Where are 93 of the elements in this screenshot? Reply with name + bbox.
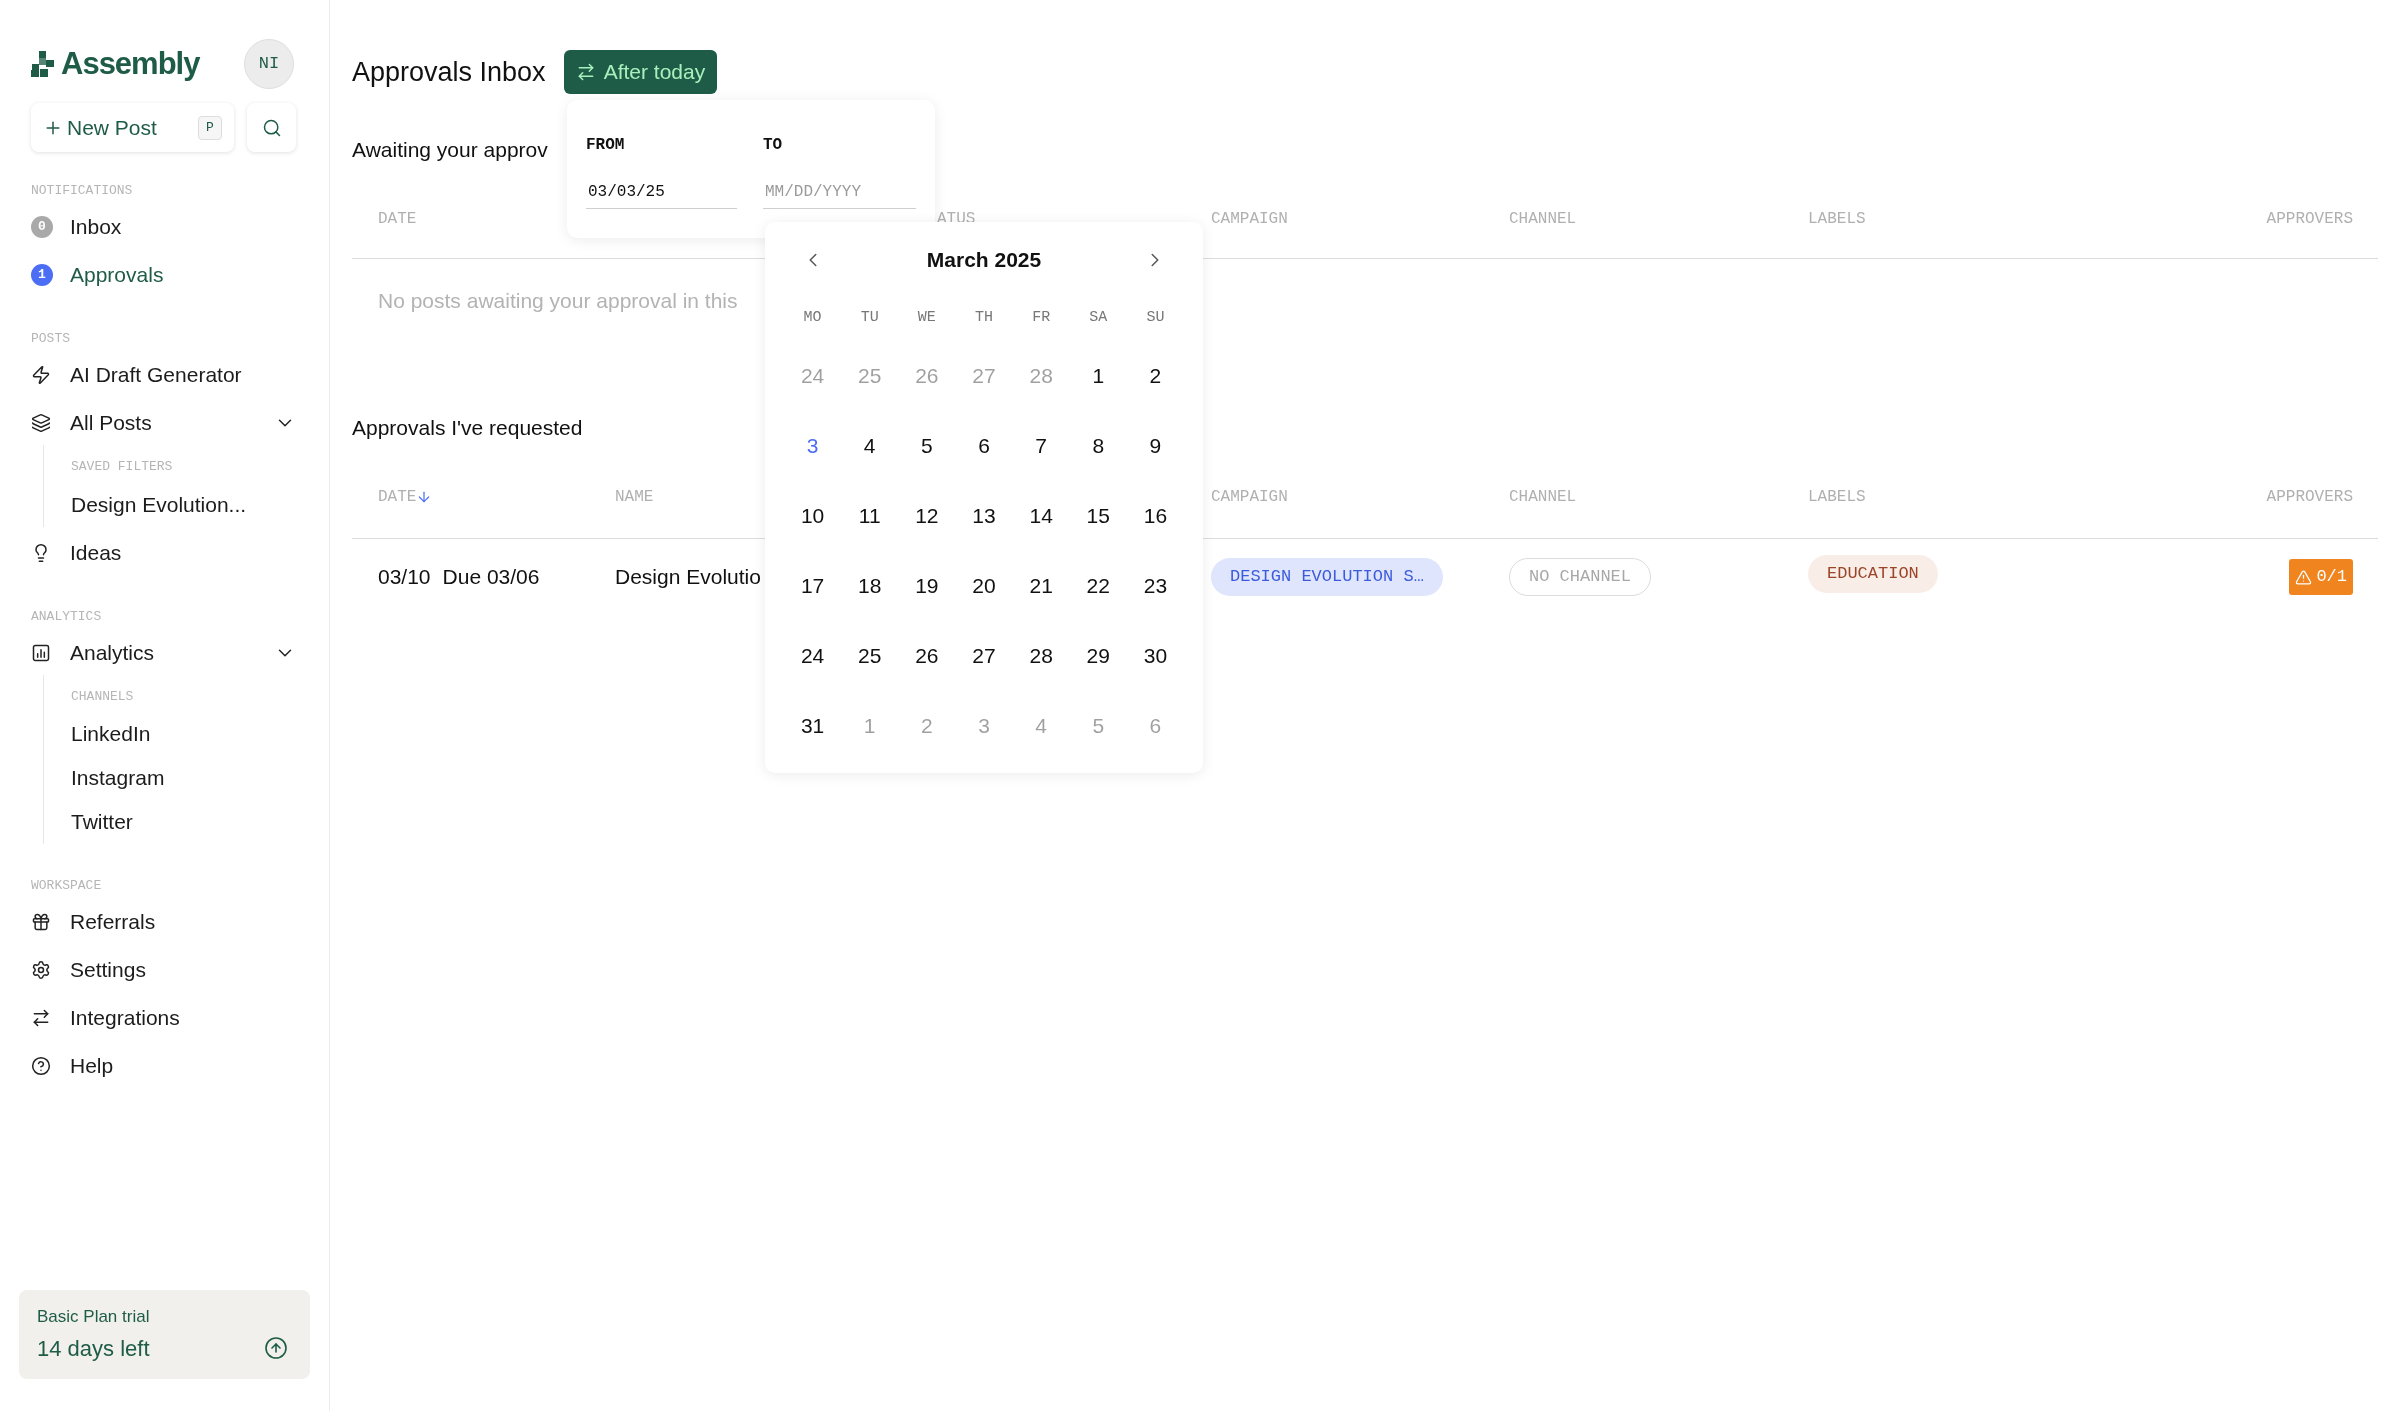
layers-icon [31,413,51,433]
to-date-field[interactable]: MM/DD/YYYY [763,175,916,209]
nav-item[interactable]: Twitter [71,800,298,844]
settings-icon [31,960,51,980]
month-title: March 2025 [926,247,1042,274]
calendar-day[interactable]: 28 [1025,640,1057,672]
nav-item[interactable]: AI Draft Generator [70,359,242,391]
days-left: 14 days left [37,1334,150,1363]
from-date-field[interactable]: 03/03/25 [586,175,737,209]
nav-item[interactable]: Instagram [71,756,298,800]
nav-item[interactable]: Settings [70,954,146,986]
calendar-day[interactable]: 14 [1025,500,1057,532]
nav-item[interactable]: LinkedIn [71,712,298,756]
calendar-day[interactable]: 4 [859,430,880,462]
weekday-label: WE [917,307,936,328]
calendar-day[interactable]: 16 [1139,500,1172,532]
nav-item[interactable]: All Posts [70,407,152,439]
calendar-day[interactable]: 30 [1139,640,1172,672]
calendar-day[interactable]: 3 [802,430,823,462]
calendar-day[interactable]: 15 [1082,500,1114,532]
campaign-tag: DESIGN EVOLUTION S… [1211,558,1443,596]
nav-item[interactable]: Inbox [70,211,122,243]
from-label: FROM [586,135,626,156]
calendar-day[interactable]: 2 [1145,360,1166,392]
section-title: WORKSPACE [31,878,103,894]
weekday-label: TU [860,307,879,328]
nav-item[interactable]: Design Evolution... [71,482,298,527]
to-label: TO [763,135,784,156]
calendar-day[interactable]: 23 [1139,570,1172,602]
group-title: SAVED FILTERS [71,458,174,476]
calendar-day[interactable]: 19 [911,570,943,602]
shortcut-key: P [198,115,222,140]
chart-icon [31,642,51,663]
brand-name: Assembly [61,44,200,83]
nav-item[interactable]: Integrations [70,1002,180,1034]
calendar-day[interactable]: 26 [911,640,943,672]
table-cell-text: Design Evolutio [615,564,761,591]
weekday-label: SU [1146,307,1165,328]
table-cell-text: Due 03/06 [442,564,540,591]
calendar-day[interactable]: 17 [796,570,829,602]
nav-item[interactable]: Analytics [70,636,155,669]
logo-icon [31,51,55,77]
upgrade-icon[interactable] [264,1336,288,1361]
arrows-icon [31,1008,51,1028]
weekday-label: MO [803,307,822,328]
calendar-day[interactable]: 21 [1025,570,1057,602]
calendar-day[interactable]: 11 [854,500,885,532]
calendar-day[interactable]: 6 [974,430,994,462]
calendar-day[interactable]: 1 [1088,360,1109,392]
calendar-day[interactable]: 12 [911,500,943,532]
nav-item[interactable]: Approvals [70,259,164,291]
lightning-icon [31,365,51,385]
calendar-day[interactable]: 25 [854,640,886,672]
calendar-day[interactable]: 7 [1031,430,1051,462]
calendar-day[interactable]: 18 [854,570,886,602]
section-title: NOTIFICATIONS [31,183,134,199]
section-heading: Awaiting your approv [352,137,548,162]
calendar-day[interactable]: 27 [968,640,1000,672]
empty-message: No posts awaiting your approval in this [378,288,738,315]
user-avatar[interactable]: NI [244,39,294,89]
plan-title: Basic Plan trial [37,1306,151,1329]
section-heading: Approvals I've requested [352,415,583,440]
page-title: Approvals Inbox [352,55,546,89]
search-button[interactable] [247,103,296,152]
section-title: ANALYTICS [31,608,103,625]
calendar-day[interactable]: 22 [1082,570,1114,602]
weekday-label: SA [1089,307,1108,328]
search-icon [261,117,282,138]
calendar-day[interactable]: 29 [1082,640,1114,672]
nav-item[interactable]: Ideas [70,536,122,569]
label-tag: EDUCATION [1808,555,1938,593]
calendar-day[interactable]: 10 [796,500,829,532]
group-title: CHANNELS [71,687,135,706]
new-post-button[interactable]: New Post P [31,103,234,152]
section-title: POSTS [31,331,71,347]
help-icon [31,1056,51,1076]
date-filter-button[interactable]: After today [563,50,718,94]
calendar-day[interactable]: 9 [1145,430,1166,462]
table-cell-text: 03/10 [378,564,431,591]
calendar-day[interactable]: 20 [968,570,1000,602]
approvers-badge: 0/1 [2289,559,2353,595]
weekday-label: TH [975,307,993,328]
calendar-day[interactable]: 8 [1088,430,1109,462]
count-badge: 1 [31,264,53,286]
calendar-day[interactable]: 5 [917,430,937,462]
nav-item[interactable]: Referrals [70,906,156,938]
calendar-day[interactable]: 24 [796,640,829,672]
gift-icon [31,912,51,932]
count-badge: 0 [31,216,53,238]
nav-item[interactable]: Help [70,1050,114,1082]
calendar-day[interactable]: 13 [968,500,1000,532]
weekday-label: FR [1032,307,1051,328]
calendar-day[interactable]: 31 [796,710,829,742]
